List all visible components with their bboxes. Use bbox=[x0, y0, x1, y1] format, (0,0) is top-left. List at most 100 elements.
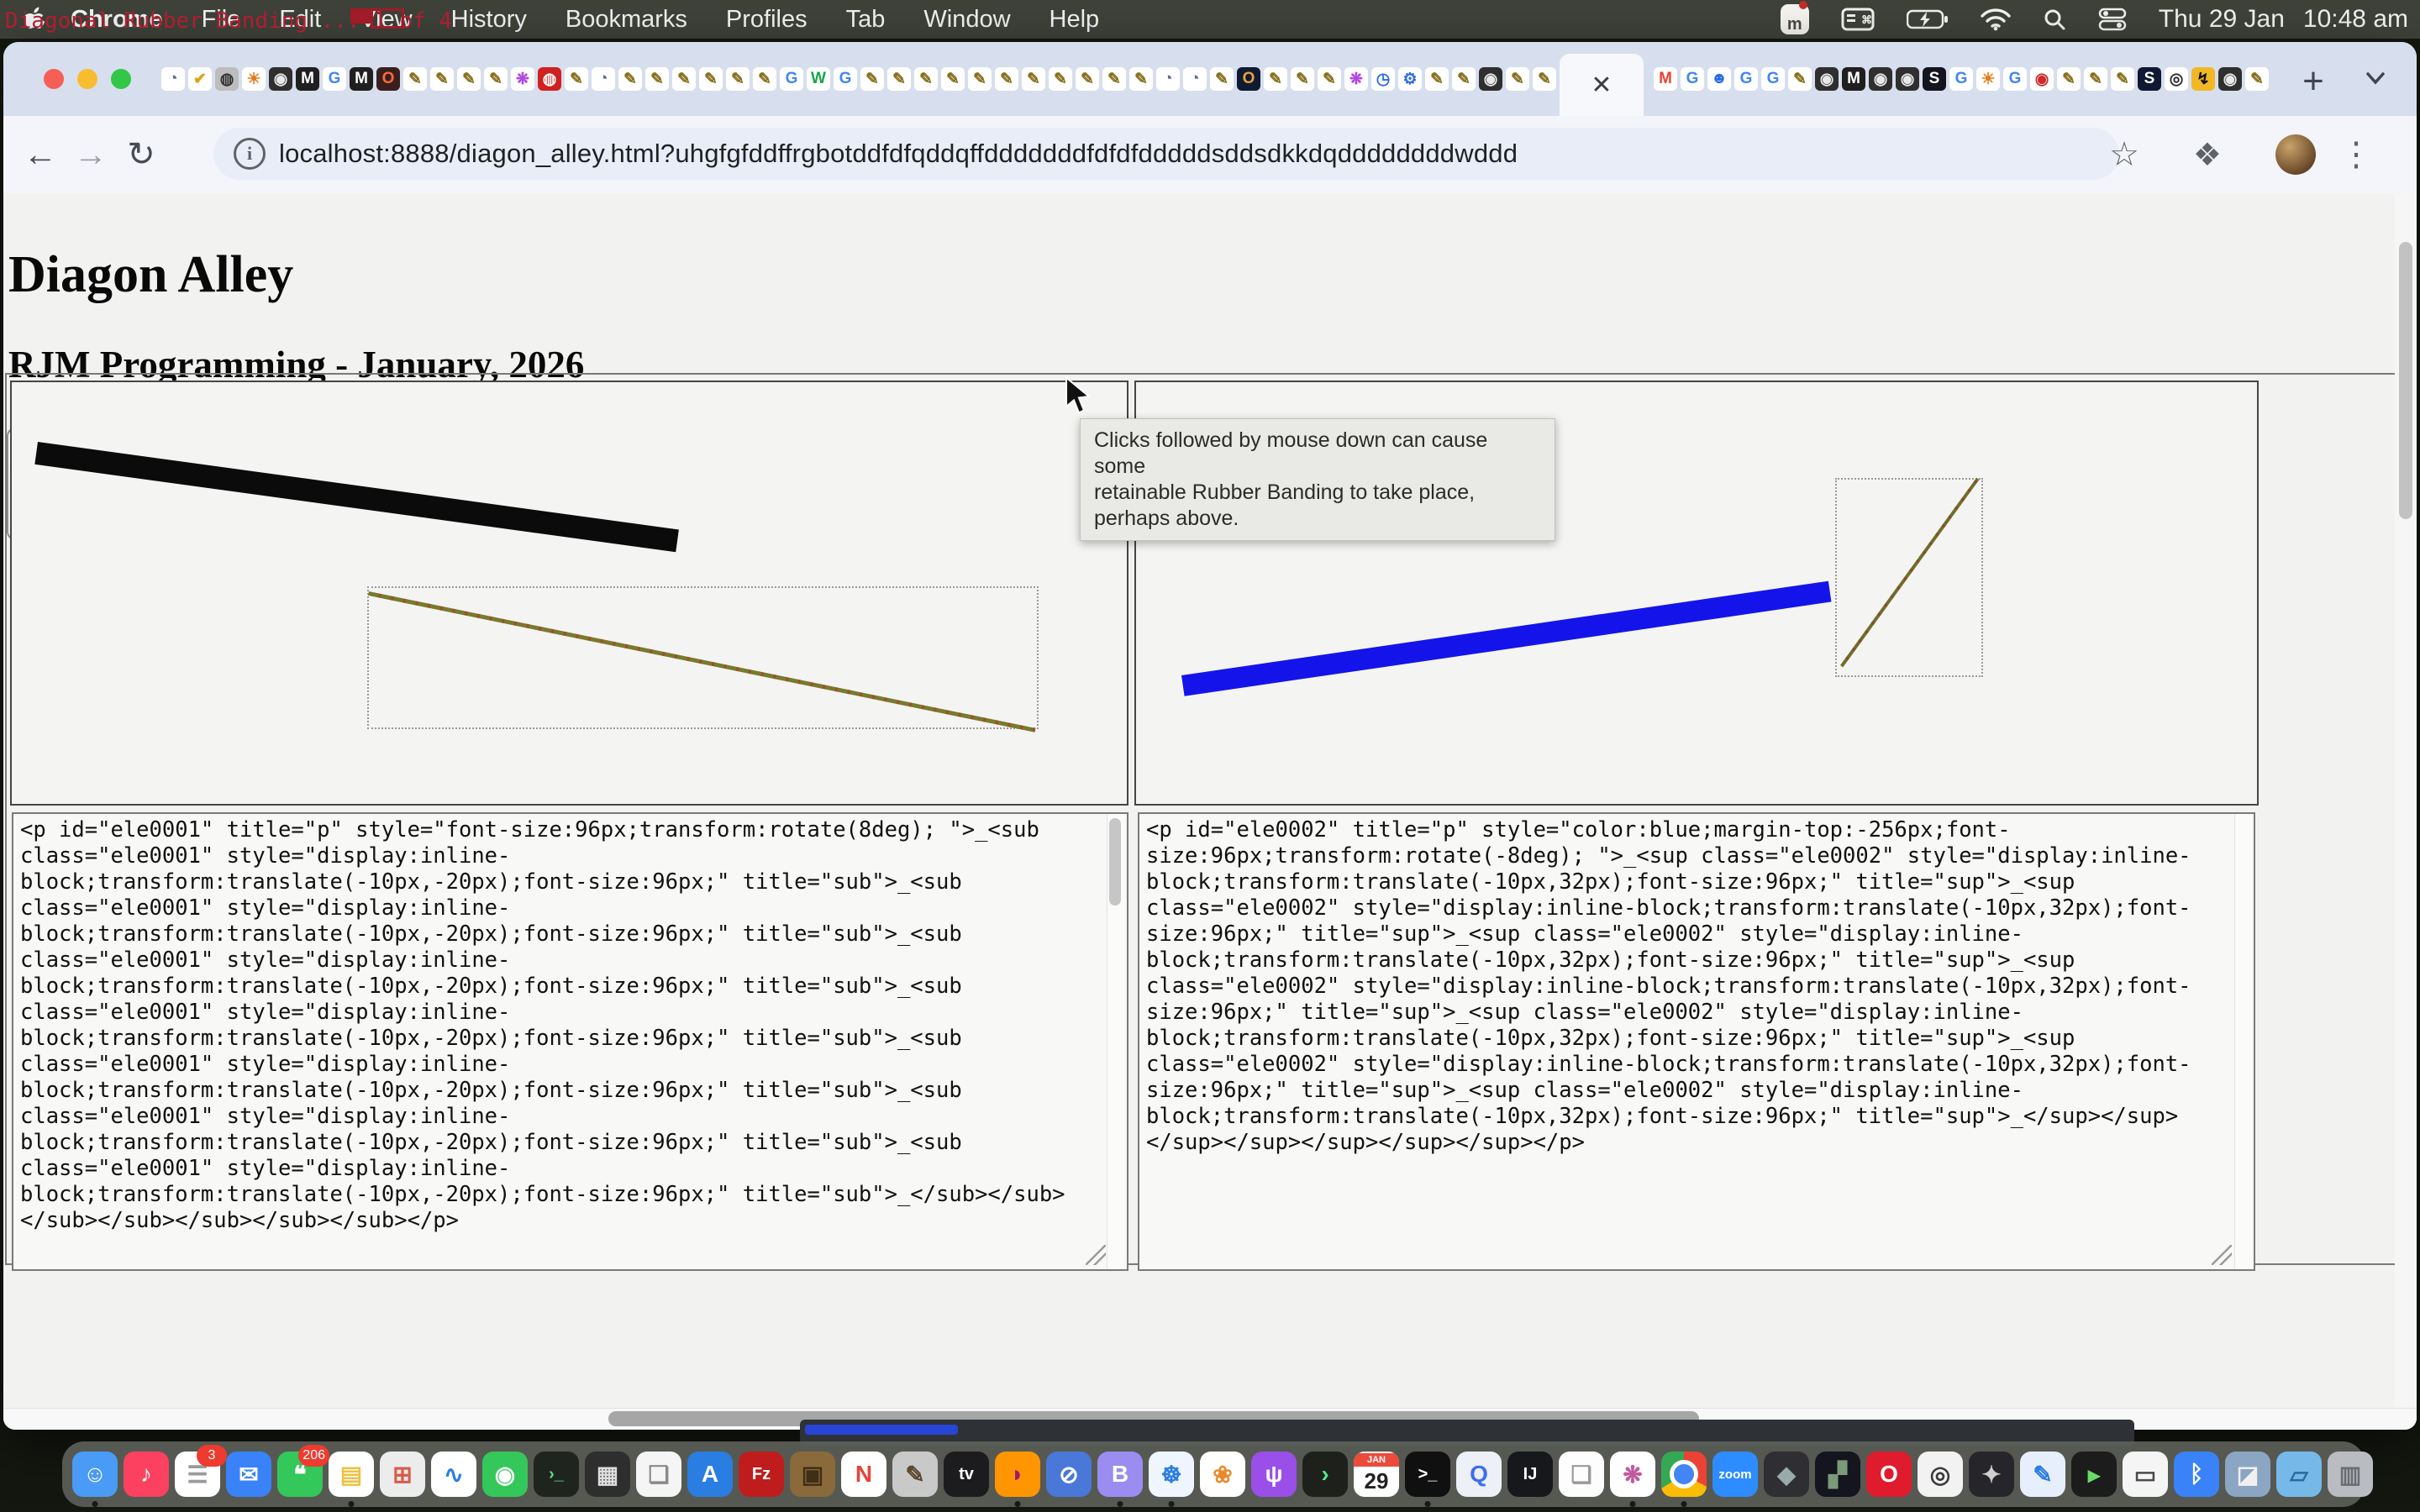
dock-icon-trash[interactable]: ▥ bbox=[2328, 1452, 2373, 1497]
keyboard-switcher-icon[interactable]: ⌘ bbox=[1841, 7, 1875, 32]
dock-icon-reminders[interactable]: ☰3 bbox=[175, 1452, 220, 1497]
tab-favicon-pencil[interactable]: ✎ bbox=[995, 67, 1018, 91]
url-text[interactable]: localhost:8888/diagon_alley.html?uhgfgfd… bbox=[279, 139, 1518, 169]
tab-close-icon[interactable]: ✕ bbox=[1591, 71, 1612, 100]
tab-favicon-pencil[interactable]: ✎ bbox=[618, 67, 642, 91]
dock-icon-obs[interactable]: ◎ bbox=[1918, 1452, 1963, 1497]
tab-favicon-apple[interactable]: ◉ bbox=[2030, 67, 2054, 91]
tab-favicon-g[interactable]: G bbox=[1734, 67, 1758, 91]
tab-favicon-clock[interactable]: ◔ bbox=[161, 67, 185, 91]
menu-item-tab[interactable]: Tab bbox=[846, 6, 886, 34]
tab-favicon-chromeball[interactable]: ◉ bbox=[2218, 67, 2242, 91]
dock-icon-apple-tv[interactable]: tv bbox=[944, 1452, 989, 1497]
tab-favicon-g[interactable]: G bbox=[2003, 67, 2027, 91]
forward-button[interactable]: → bbox=[66, 136, 116, 174]
tab-favicon-pencil[interactable]: ✎ bbox=[2084, 67, 2107, 91]
tab-favicon-clock[interactable]: ◔ bbox=[1183, 67, 1207, 91]
tab-favicon-sun[interactable]: ☀ bbox=[242, 67, 266, 91]
menu-item-profiles[interactable]: Profiles bbox=[726, 6, 808, 34]
menu-item-bookmarks[interactable]: Bookmarks bbox=[566, 6, 687, 34]
spotlight-search-icon[interactable] bbox=[2043, 8, 2066, 31]
tab-favicon-chromeball[interactable]: ◉ bbox=[269, 67, 292, 91]
tab-favicon-sun[interactable]: ☀ bbox=[1976, 67, 2000, 91]
dock-icon-finder[interactable]: ☺ bbox=[72, 1452, 118, 1497]
tab-favicon-check[interactable]: ✔ bbox=[188, 67, 212, 91]
dock-icon-music[interactable]: ♪ bbox=[124, 1452, 169, 1497]
dock-icon-app-store[interactable]: A bbox=[687, 1452, 733, 1497]
dock-icon-opera[interactable]: O bbox=[1866, 1452, 1912, 1497]
active-tab[interactable]: ✕ bbox=[1560, 54, 1644, 116]
tab-favicon-pencil[interactable]: ✎ bbox=[1318, 67, 1341, 91]
tab-favicon-pencil[interactable]: ✎ bbox=[565, 67, 588, 91]
back-button[interactable]: ← bbox=[15, 136, 66, 174]
wifi-icon[interactable] bbox=[1981, 8, 2011, 31]
tab-favicon-pencil[interactable]: ✎ bbox=[1788, 67, 1812, 91]
window-close-button[interactable] bbox=[44, 69, 64, 89]
tab-favicon-pencil[interactable]: ✎ bbox=[484, 67, 508, 91]
tab-favicon-pencil[interactable]: ✎ bbox=[1425, 67, 1449, 91]
tab-favicon-pencil[interactable]: ✎ bbox=[1452, 67, 1476, 91]
menu-item-help[interactable]: Help bbox=[1050, 6, 1100, 34]
window-zoom-button[interactable] bbox=[111, 69, 131, 89]
dock-icon-bbedit[interactable]: B bbox=[1097, 1452, 1143, 1497]
tab-favicon-mred[interactable]: M bbox=[1654, 67, 1677, 91]
dock-icon-terminal[interactable]: >_ bbox=[1405, 1452, 1450, 1497]
tab-favicon-pencil[interactable]: ✎ bbox=[1076, 67, 1099, 91]
tab-favicon-pencil[interactable]: ✎ bbox=[1291, 67, 1314, 91]
tab-favicon-clock[interactable]: ◔ bbox=[592, 67, 615, 91]
dock-icon-app-dark-1[interactable]: ◆ bbox=[1764, 1452, 1809, 1497]
tab-favicon-onavy[interactable]: O bbox=[1237, 67, 1260, 91]
new-tab-button[interactable]: + bbox=[2294, 60, 2333, 102]
tab-favicon-pencil[interactable]: ✎ bbox=[1506, 67, 1529, 91]
tab-favicon-chromeball[interactable]: ◉ bbox=[1869, 67, 1892, 91]
code-textarea-left[interactable]: <p id="ele0001" title="p" style="font-si… bbox=[12, 812, 1128, 1271]
tab-favicon-pencil[interactable]: ✎ bbox=[860, 67, 884, 91]
tab-favicon-w[interactable]: W bbox=[807, 67, 830, 91]
tab-favicon-g[interactable]: G bbox=[1949, 67, 1973, 91]
tab-favicon-m[interactable]: M bbox=[350, 67, 373, 91]
battery-icon[interactable] bbox=[1907, 8, 1949, 30]
tab-overflow-chevron-icon[interactable] bbox=[2361, 67, 2390, 93]
menu-item-window[interactable]: Window bbox=[923, 6, 1010, 34]
dock-icon-display-app[interactable]: ▭ bbox=[2123, 1452, 2168, 1497]
tab-favicon-chromeball[interactable]: ◉ bbox=[1479, 67, 1502, 91]
omnibox[interactable]: i localhost:8888/diagon_alley.html?uhgfg… bbox=[213, 128, 2119, 180]
tab-favicon-pencil[interactable]: ✎ bbox=[914, 67, 938, 91]
control-center-icon[interactable] bbox=[2098, 8, 2127, 31]
tab-favicon-pencil[interactable]: ✎ bbox=[1210, 67, 1234, 91]
tab-favicon-dots[interactable]: ❋ bbox=[1344, 67, 1368, 91]
dock-icon-shield-app[interactable]: ⊘ bbox=[1046, 1452, 1092, 1497]
profile-avatar[interactable] bbox=[2275, 134, 2316, 175]
dock-icon-gimp[interactable]: ✎ bbox=[892, 1452, 938, 1497]
vertical-scrollbar-thumb[interactable] bbox=[2399, 242, 2412, 519]
tab-favicon-pencil[interactable]: ✎ bbox=[1533, 67, 1556, 91]
tab-favicon-pencil[interactable]: ✎ bbox=[1129, 67, 1153, 91]
bookmark-star-icon[interactable]: ☆ bbox=[2109, 135, 2139, 174]
tab-favicon-m[interactable]: M bbox=[296, 67, 319, 91]
tab-favicon-people[interactable]: ☻ bbox=[1707, 67, 1731, 91]
tab-favicon-g[interactable]: G bbox=[780, 67, 803, 91]
dock-icon-podcasts[interactable]: ψ bbox=[1251, 1452, 1297, 1497]
dock-icon-app-dark-4[interactable]: ▸ bbox=[2071, 1452, 2117, 1497]
tab-favicon-pencil[interactable]: ✎ bbox=[941, 67, 965, 91]
tab-favicon-pencil[interactable]: ✎ bbox=[887, 67, 911, 91]
tab-favicon-gear[interactable]: ⚙ bbox=[1398, 67, 1422, 91]
tab-favicon-pencil[interactable]: ✎ bbox=[1102, 67, 1126, 91]
tab-favicon-bolt[interactable]: ↯ bbox=[2191, 67, 2215, 91]
dock-icon-exec-utility[interactable]: ›_ bbox=[534, 1452, 579, 1497]
tab-favicon-clock[interactable]: ◔ bbox=[1156, 67, 1180, 91]
dock-icon-zoom[interactable]: zoom bbox=[1712, 1452, 1758, 1497]
dock-icon-photo-thumb[interactable]: ◪ bbox=[2225, 1452, 2270, 1497]
tab-favicon-g[interactable]: G bbox=[323, 67, 346, 91]
dock-icon-safari[interactable]: ☸ bbox=[1149, 1452, 1194, 1497]
tab-favicon-gray[interactable]: ◍ bbox=[215, 67, 239, 91]
tab-favicon-pencil[interactable]: ✎ bbox=[457, 67, 481, 91]
window-minimize-button[interactable] bbox=[77, 69, 97, 89]
dock-icon-news[interactable]: N bbox=[841, 1452, 886, 1497]
tab-favicon-m[interactable]: M bbox=[1842, 67, 1865, 91]
dock-icon-mail[interactable]: ✉ bbox=[226, 1452, 271, 1497]
dock-icon-firefox[interactable]: ◗ bbox=[995, 1452, 1040, 1497]
tab-favicon-pencil[interactable]: ✎ bbox=[2245, 67, 2269, 91]
resize-gripper-right[interactable] bbox=[2212, 1245, 2232, 1265]
dock-icon-freeform[interactable]: ∿ bbox=[431, 1452, 476, 1497]
